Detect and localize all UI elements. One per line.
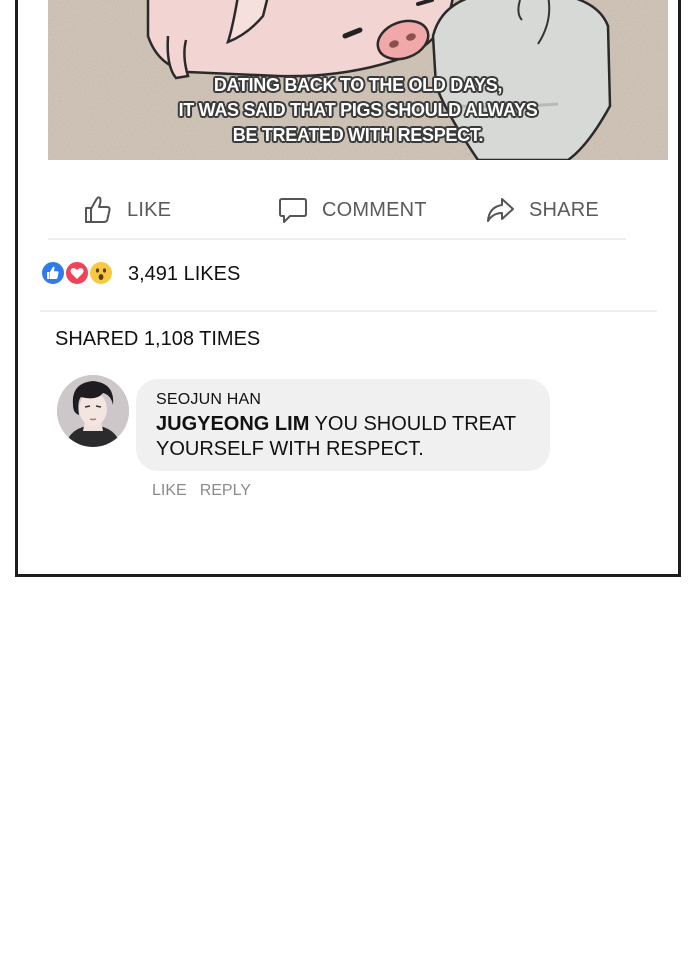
comment-label: COMMENT — [322, 198, 427, 221]
like-label: LIKE — [127, 198, 172, 221]
thumbs-up-icon — [83, 195, 113, 225]
caption-line: BE TREATED WITH RESPECT. — [232, 125, 484, 145]
post-card: DATING BACK TO THE OLD DAYS, IT WAS SAID… — [15, 0, 681, 577]
comment-mention[interactable]: JUGYEONG LIM — [156, 413, 309, 435]
caption-line: DATING BACK TO THE OLD DAYS, — [213, 75, 503, 95]
comment-bubble: SEOJUN HAN JUGYEONG LIM YOU SHOULD TREAT… — [136, 379, 550, 471]
like-button[interactable]: LIKE — [83, 194, 171, 226]
speech-bubble-icon — [278, 195, 308, 225]
comment-actions: LIKE REPLY — [152, 482, 251, 500]
share-arrow-icon — [485, 195, 515, 225]
reaction-icons — [40, 260, 118, 288]
comment-reply-button[interactable]: REPLY — [200, 482, 251, 500]
reactions-summary[interactable]: 3,491 LIKES — [40, 258, 657, 312]
image-caption: DATING BACK TO THE OLD DAYS, IT WAS SAID… — [48, 73, 668, 148]
like-reaction-icon — [40, 260, 66, 286]
share-button[interactable]: SHARE — [485, 194, 599, 226]
post-actions-bar: LIKE COMMENT SHARE — [48, 186, 626, 240]
avatar[interactable] — [57, 375, 129, 447]
comment-author[interactable]: SEOJUN HAN — [156, 391, 261, 409]
shares-count[interactable]: SHARED 1,108 TIMES — [55, 328, 260, 351]
comment-button[interactable]: COMMENT — [278, 194, 427, 226]
comment-like-button[interactable]: LIKE — [152, 482, 187, 500]
wow-reaction-icon — [88, 260, 114, 286]
comment-text: JUGYEONG LIM YOU SHOULD TREAT YOURSELF W… — [156, 412, 536, 462]
caption-line: IT WAS SAID THAT PIGS SHOULD ALWAYS — [178, 100, 538, 120]
post-image[interactable]: DATING BACK TO THE OLD DAYS, IT WAS SAID… — [48, 0, 668, 160]
likes-count[interactable]: 3,491 LIKES — [128, 263, 240, 286]
share-label: SHARE — [529, 198, 599, 221]
love-reaction-icon — [64, 260, 90, 286]
